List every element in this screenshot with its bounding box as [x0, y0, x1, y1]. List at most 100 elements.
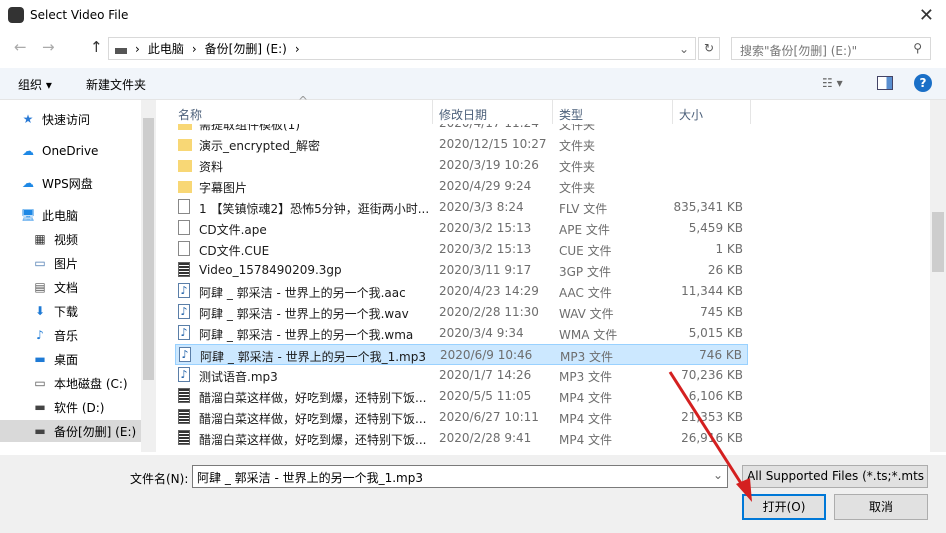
file-date: 2020/3/2 15:13	[439, 221, 532, 235]
file-type-select[interactable]: All Supported Files (*.ts;*.mts	[742, 465, 928, 488]
audio-icon: ♪	[178, 304, 190, 319]
file-name: 字幕图片	[199, 181, 248, 195]
file-type: 3GP 文件	[559, 265, 611, 279]
video-icon	[178, 262, 190, 277]
file-name: 醋溜白菜这样做，好吃到爆，还特别下饭...	[199, 433, 427, 447]
file-name: CD文件.ape	[199, 223, 267, 237]
window-title: Select Video File	[30, 8, 129, 22]
back-button[interactable]: ←	[14, 38, 27, 56]
refresh-button[interactable]: ↻	[698, 37, 720, 60]
file-row[interactable]: 字幕图片 2020/4/29 9:24 文件夹	[175, 176, 748, 197]
file-list: 需提取组件模板(1)2020/4/17 11:24文件夹演示_encrypted…	[170, 124, 930, 452]
chevron-icon: ›	[294, 41, 300, 56]
sidebar-item[interactable]: ▤ 文档	[0, 276, 141, 298]
breadcrumb-drive-e[interactable]: 备份[勿删] (E:)	[205, 40, 287, 57]
sidebar-item[interactable]: 🖥 此电脑	[0, 204, 141, 226]
file-name: 测试语音.mp3	[199, 370, 278, 384]
file-row[interactable]: 需提取组件模板(1) 2020/4/17 11:24 文件夹	[175, 124, 748, 134]
sidebar-scroll-thumb[interactable]	[143, 118, 154, 380]
sidebar-item[interactable]: ★ 快速访问	[0, 108, 141, 130]
filename-input[interactable]: 阿肆 _ 郭采洁 - 世界上的另一个我_1.mp3 ⌄	[192, 465, 728, 488]
column-name[interactable]: 名称	[178, 106, 202, 123]
file-list-scrollbar[interactable]	[930, 100, 946, 452]
file-type: MP4 文件	[559, 433, 613, 447]
file-size: 26 KB	[707, 263, 743, 277]
help-icon[interactable]: ?	[914, 74, 932, 92]
sidebar-item-label: 文档	[54, 280, 79, 295]
organize-button[interactable]: 组织 ▾	[18, 76, 52, 93]
file-type: FLV 文件	[559, 202, 608, 216]
cancel-button[interactable]: 取消	[834, 494, 928, 520]
column-type[interactable]: 类型	[559, 106, 583, 123]
sidebar-item[interactable]: ▬ 软件 (D:)	[0, 396, 141, 418]
file-row[interactable]: ♪ 阿肆 _ 郭采洁 - 世界上的另一个我_1.mp3 2020/6/9 10:46…	[175, 344, 748, 365]
chevron-icon: ›	[135, 41, 140, 56]
close-button[interactable]: ✕	[919, 5, 934, 26]
breadcrumb-this-pc[interactable]: 此电脑	[148, 40, 184, 57]
column-size[interactable]: 大小	[679, 106, 703, 123]
sidebar-item[interactable]: ▭ 图片	[0, 252, 141, 274]
sidebar-icon: ▬	[34, 424, 46, 438]
file-row[interactable]: 演示_encrypted_解密 2020/12/15 10:27 文件夹	[175, 134, 748, 155]
video-icon	[178, 430, 190, 445]
chevron-down-icon[interactable]: ⌄	[713, 468, 723, 482]
file-row[interactable]: 1 【笑镇惊魂2】恐怖5分钟，逛街两小时... 2020/3/3 8:24 FLV …	[175, 197, 748, 218]
file-size: 745 KB	[700, 305, 743, 319]
sidebar-item[interactable]: ▬ 备份[勿删] (E:)	[0, 420, 141, 442]
video-icon	[178, 409, 190, 424]
file-row[interactable]: ♪ 测试语音.mp3 2020/1/7 14:26 MP3 文件 70,236 KB	[175, 365, 748, 386]
sidebar-icon: ▭	[34, 376, 46, 390]
folder-icon	[178, 160, 192, 172]
sidebar-icon: ▬	[34, 352, 46, 366]
sidebar-icon: ▤	[34, 280, 46, 294]
search-icon[interactable]: ⚲	[913, 41, 922, 55]
open-button[interactable]: 打开(O)	[742, 494, 826, 520]
file-date: 2020/3/19 10:26	[439, 158, 539, 172]
file-row[interactable]: CD文件.ape 2020/3/2 15:13 APE 文件 5,459 KB	[175, 218, 748, 239]
file-type: APE 文件	[559, 223, 610, 237]
file-date: 2020/2/28 9:41	[439, 431, 532, 445]
sidebar-icon: ▭	[34, 256, 46, 270]
file-row[interactable]: CD文件.CUE 2020/3/2 15:13 CUE 文件 1 KB	[175, 239, 748, 260]
column-date[interactable]: 修改日期	[439, 106, 487, 123]
file-row[interactable]: 醋溜白菜这样做，好吃到爆，还特别下饭... 2020/5/5 11:05 MP4 文…	[175, 386, 748, 407]
forward-button[interactable]: →	[42, 38, 55, 56]
file-row[interactable]: 资料 2020/3/19 10:26 文件夹	[175, 155, 748, 176]
sidebar-item[interactable]: ☁ OneDrive	[0, 140, 141, 162]
address-bar[interactable]: › 此电脑 › 备份[勿删] (E:) › ⌄	[108, 37, 696, 60]
file-name: 阿肆 _ 郭采洁 - 世界上的另一个我.aac	[199, 286, 406, 300]
file-name: 醋溜白菜这样做，好吃到爆，还特别下饭...	[199, 391, 427, 405]
file-name: CD文件.CUE	[199, 244, 270, 258]
file-row[interactable]: 醋溜白菜这样做，好吃到爆，还特别下饭... 2020/2/28 9:41 MP4 文…	[175, 428, 748, 449]
new-folder-button[interactable]: 新建文件夹	[86, 76, 146, 93]
sidebar-item[interactable]: ⬇ 下载	[0, 300, 141, 322]
file-list-scroll-thumb[interactable]	[932, 212, 944, 272]
file-name: 阿肆 _ 郭采洁 - 世界上的另一个我_1.mp3	[200, 350, 426, 364]
file-date: 2020/12/15 10:27	[439, 137, 547, 151]
file-row[interactable]: ♪ 阿肆 _ 郭采洁 - 世界上的另一个我.wav 2020/2/28 11:30 W…	[175, 302, 748, 323]
file-type: 文件夹	[559, 181, 596, 195]
view-options-icon[interactable]: ☷ ▾	[822, 76, 843, 90]
sidebar-item[interactable]: ♪ 音乐	[0, 324, 141, 346]
sidebar-item[interactable]: ▦ 视频	[0, 228, 141, 250]
sidebar-item-label: 音乐	[54, 328, 79, 343]
sidebar-item-label: OneDrive	[42, 144, 99, 158]
file-row[interactable]: ♪ 阿肆 _ 郭采洁 - 世界上的另一个我.wma 2020/3/4 9:34 WMA…	[175, 323, 748, 344]
file-row[interactable]: 醋溜白菜这样做，好吃到爆，还特别下饭... 2020/6/27 10:11 MP4 …	[175, 407, 748, 428]
file-date: 2020/5/5 11:05	[439, 389, 532, 403]
file-row[interactable]: Video_1578490209.3gp 2020/3/11 9:17 3GP 文件…	[175, 260, 748, 281]
file-size: 21,353 KB	[681, 410, 743, 424]
sidebar-icon: ☁	[22, 176, 34, 190]
sidebar-item[interactable]: ▭ 本地磁盘 (C:)	[0, 372, 141, 394]
sidebar-item[interactable]: ▬ 桌面	[0, 348, 141, 370]
address-dropdown-icon[interactable]: ⌄	[679, 42, 689, 56]
sidebar-item[interactable]: ☁ WPS网盘	[0, 172, 141, 194]
file-date: 2020/3/11 9:17	[439, 263, 532, 277]
search-input[interactable]: 搜索"备份[勿删] (E:)" ⚲	[731, 37, 931, 60]
file-row[interactable]: ♪ 阿肆 _ 郭采洁 - 世界上的另一个我.aac 2020/4/23 14:29 A…	[175, 281, 748, 302]
sidebar-item-label: 本地磁盘 (C:)	[54, 376, 128, 391]
preview-pane-icon[interactable]	[877, 76, 893, 90]
audio-icon: ♪	[178, 325, 190, 340]
up-button[interactable]: ↑	[90, 38, 103, 56]
file-icon	[178, 199, 190, 214]
